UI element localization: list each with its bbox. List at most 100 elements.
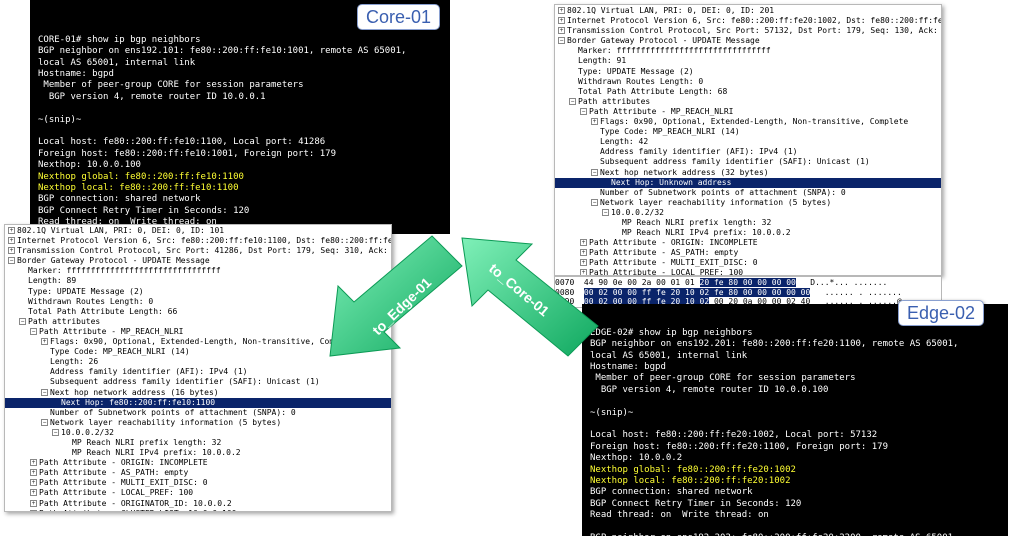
collapse-icon[interactable]: −	[602, 208, 609, 216]
core-01-tree-row[interactable]: Total Path Attribute Length: 68	[555, 87, 941, 97]
core-01-tree-row[interactable]: − Path Attribute - MP_REACH_NLRI	[555, 107, 941, 117]
edge-01-tree-row[interactable]: + Path Attribute - LOCAL_PREF: 100	[5, 488, 391, 498]
core-01-terminal-line: Foreign host: fe80::200:ff:fe10:1001, Fo…	[38, 148, 337, 159]
core-01-terminal: CORE-01# show ip bgp neighbors BGP neighb…	[30, 0, 450, 234]
core-01-tree-row[interactable]: Length: 91	[555, 56, 941, 66]
expand-icon[interactable]: +	[8, 237, 15, 245]
edge-02-terminal-line: Hostname: bgpd	[590, 361, 666, 372]
edge-01-tree-row[interactable]: − Network layer reachability information …	[5, 418, 391, 428]
edge-01-tree-row[interactable]: + Path Attribute - MULTI_EXIT_DISC: 0	[5, 478, 391, 488]
core-01-tree-row[interactable]: Subsequent address family identifier (SA…	[555, 157, 941, 167]
edge-01-tree-row[interactable]: Subsequent address family identifier (SA…	[5, 377, 391, 387]
expand-icon[interactable]: +	[8, 247, 15, 255]
expand-icon[interactable]: +	[558, 17, 565, 25]
edge-02-terminal-line: Nexthop global: fe80::200:ff:fe20:1002	[590, 464, 796, 475]
edge-01-tree-row[interactable]: Address family identifier (AFI): IPv4 (1…	[5, 367, 391, 377]
edge-01-tree-row[interactable]: + Path Attribute - AS_PATH: empty	[5, 468, 391, 478]
edge-01-tree-row-text: Path Attribute - MP_REACH_NLRI	[39, 326, 184, 336]
edge-01-tree-row-text: Number of Subnetwork points of attachmen…	[50, 407, 296, 417]
core-01-tree-row[interactable]: + Internet Protocol Version 6, Src: fe80:…	[555, 16, 941, 26]
edge-01-tree-row[interactable]: Next Hop: fe80::200:ff:fe10:1100	[5, 397, 391, 408]
hex-row[interactable]: 0070 44 90 0e 00 2a 00 01 01 20 fe 80 00…	[555, 278, 941, 288]
edge-02-terminal-line: Nexthop: 10.0.0.2	[590, 453, 683, 464]
edge-01-tree-row[interactable]: MP Reach NLRI IPv4 prefix: 10.0.0.2	[5, 448, 391, 458]
core-01-tree-row-text: Total Path Attribute Length: 68	[578, 86, 728, 96]
hex-row[interactable]: 0080 00 02 00 00 ff fe 20 10 02 fe 80 00…	[555, 287, 941, 298]
expand-icon[interactable]: +	[591, 118, 598, 126]
core-01-tree-row-text: Length: 91	[578, 56, 627, 66]
core-01-tree-row[interactable]: Type: UPDATE Message (2)	[555, 67, 941, 77]
core-01-tree-row[interactable]: Type Code: MP_REACH_NLRI (14)	[555, 127, 941, 137]
core-01-terminal-line: Hostname: bgpd	[38, 68, 114, 79]
core-01-tree-row[interactable]: Withdrawn Routes Length: 0	[555, 77, 941, 87]
expand-icon[interactable]: +	[558, 7, 565, 14]
edge-01-tree-row[interactable]: +Path Attribute - CLUSTER_LIST: 10.0.0.1…	[5, 509, 391, 511]
core-01-terminal-line: local AS 65001, internal link	[38, 57, 196, 68]
edge-01-tree-row-text: Path Attribute - CLUSTER_LIST: 10.0.0.10…	[39, 509, 236, 511]
core-01-tree-row[interactable]: Number of Subnetwork points of attachmen…	[555, 188, 941, 198]
expand-icon[interactable]: +	[30, 499, 37, 507]
core-01-tree-row[interactable]: +802.1Q Virtual LAN, PRI: 0, DEI: 0, ID:…	[555, 6, 941, 16]
core-01-tree-row[interactable]: + Path Attribute - AS_PATH: empty	[555, 248, 941, 258]
expand-icon[interactable]: +	[30, 469, 37, 477]
core-01-tree-row[interactable]: − Network layer reachability information …	[555, 198, 941, 208]
edge-01-tree-row-text: Length: 89	[28, 276, 77, 286]
collapse-icon[interactable]: −	[41, 388, 48, 396]
edge-02-terminal-line: BGP Connect Retry Timer in Seconds: 120	[590, 498, 802, 509]
edge-01-tree-row[interactable]: MP Reach NLRI prefix length: 32	[5, 438, 391, 448]
core-01-tree-row[interactable]: Length: 42	[555, 137, 941, 147]
collapse-icon[interactable]: −	[591, 198, 598, 206]
collapse-icon[interactable]: −	[19, 317, 26, 325]
core-01-terminal-line: ~(snip)~	[38, 114, 82, 125]
edge-01-tree-row[interactable]: + Path Attribute - ORIGIN: INCOMPLETE	[5, 458, 391, 468]
collapse-icon[interactable]: −	[591, 168, 598, 176]
core-01-terminal-line	[38, 126, 450, 137]
core-01-tree-row[interactable]: − Path attributes	[555, 97, 941, 107]
core-01-tree-row-text: Border Gateway Protocol - UPDATE Message	[567, 36, 760, 46]
core-01-tree-row[interactable]: −10.0.0.2/32	[555, 208, 941, 218]
core-01-tree-row[interactable]: + Flags: 0x90, Optional, Extended-Length,…	[555, 117, 941, 127]
collapse-icon[interactable]: −	[569, 97, 576, 105]
core-01-tree-row[interactable]: + Transmission Control Protocol, Src Port…	[555, 26, 941, 36]
edge-01-tree-row-text: Type Code: MP_REACH_NLRI (14)	[50, 347, 190, 357]
edge-02-terminal-line	[590, 521, 1008, 532]
expand-icon[interactable]: +	[558, 27, 565, 35]
collapse-icon[interactable]: −	[41, 418, 48, 426]
core-01-tree-row[interactable]: Next Hop: Unknown address	[555, 177, 941, 188]
edge-01-tree-row-text: Type: UPDATE Message (2)	[28, 286, 144, 296]
core-01-tree-row[interactable]: + Path Attribute - MULTI_EXIT_DISC: 0	[555, 258, 941, 268]
expand-icon[interactable]: +	[30, 489, 37, 497]
core-01-tree-row[interactable]: Address family identifier (AFI): IPv4 (1…	[555, 147, 941, 157]
core-01-tree-row[interactable]: MP Reach NLRI prefix length: 32	[555, 218, 941, 228]
core-01-tree-row[interactable]: − Next hop network address (32 bytes)	[555, 168, 941, 178]
core-01-packet-details[interactable]: +802.1Q Virtual LAN, PRI: 0, DEI: 0, ID:…	[554, 4, 942, 276]
core-01-tree-row[interactable]: + Path Attribute - LOCAL_PREF: 100	[555, 268, 941, 275]
core-01-terminal-line: BGP connection: shared network	[38, 194, 201, 205]
expand-icon[interactable]: +	[30, 509, 37, 511]
edge-01-tree-row[interactable]: + Path Attribute - ORIGINATOR_ID: 10.0.0.…	[5, 499, 391, 509]
edge-01-tree-row[interactable]: Number of Subnetwork points of attachmen…	[5, 408, 391, 418]
core-01-terminal-line: BGP Connect Retry Timer in Seconds: 120	[38, 205, 250, 216]
expand-icon[interactable]: +	[30, 479, 37, 487]
edge-02-terminal-line	[590, 419, 1008, 430]
expand-icon[interactable]: +	[30, 459, 37, 467]
collapse-icon[interactable]: −	[8, 257, 15, 265]
collapse-icon[interactable]: −	[30, 327, 37, 335]
core-01-tree-row-text: Path Attribute - AS_PATH: empty	[589, 248, 739, 258]
core-01-tree-row[interactable]: MP Reach NLRI IPv4 prefix: 10.0.0.2	[555, 228, 941, 238]
core-01-tree-row-text: Network layer reachability information (…	[600, 197, 832, 207]
core-01-tree-row[interactable]: + Path Attribute - ORIGIN: INCOMPLETE	[555, 238, 941, 248]
core-01-tree-row-text: 802.1Q Virtual LAN, PRI: 0, DEI: 0, ID: …	[567, 6, 775, 15]
core-01-terminal-line: Member of peer-group CORE for session pa…	[38, 80, 304, 91]
collapse-icon[interactable]: −	[558, 37, 565, 45]
edge-01-tree-row[interactable]: − Next hop network address (16 bytes)	[5, 388, 391, 398]
core-01-tree-row[interactable]: − Border Gateway Protocol - UPDATE Messag…	[555, 36, 941, 46]
expand-icon[interactable]: +	[41, 338, 48, 346]
collapse-icon[interactable]: −	[580, 107, 587, 115]
core-01-tree-row-text: Number of Subnetwork points of attachmen…	[600, 187, 846, 197]
core-01-terminal-line: CORE-01# show ip bgp neighbors	[38, 34, 201, 45]
core-01-tree-row[interactable]: Marker: ffffffffffffffffffffffffffffffff	[555, 46, 941, 56]
expand-icon[interactable]: +	[8, 227, 15, 234]
edge-01-tree-row[interactable]: −10.0.0.2/32	[5, 428, 391, 438]
collapse-icon[interactable]: −	[52, 428, 59, 436]
